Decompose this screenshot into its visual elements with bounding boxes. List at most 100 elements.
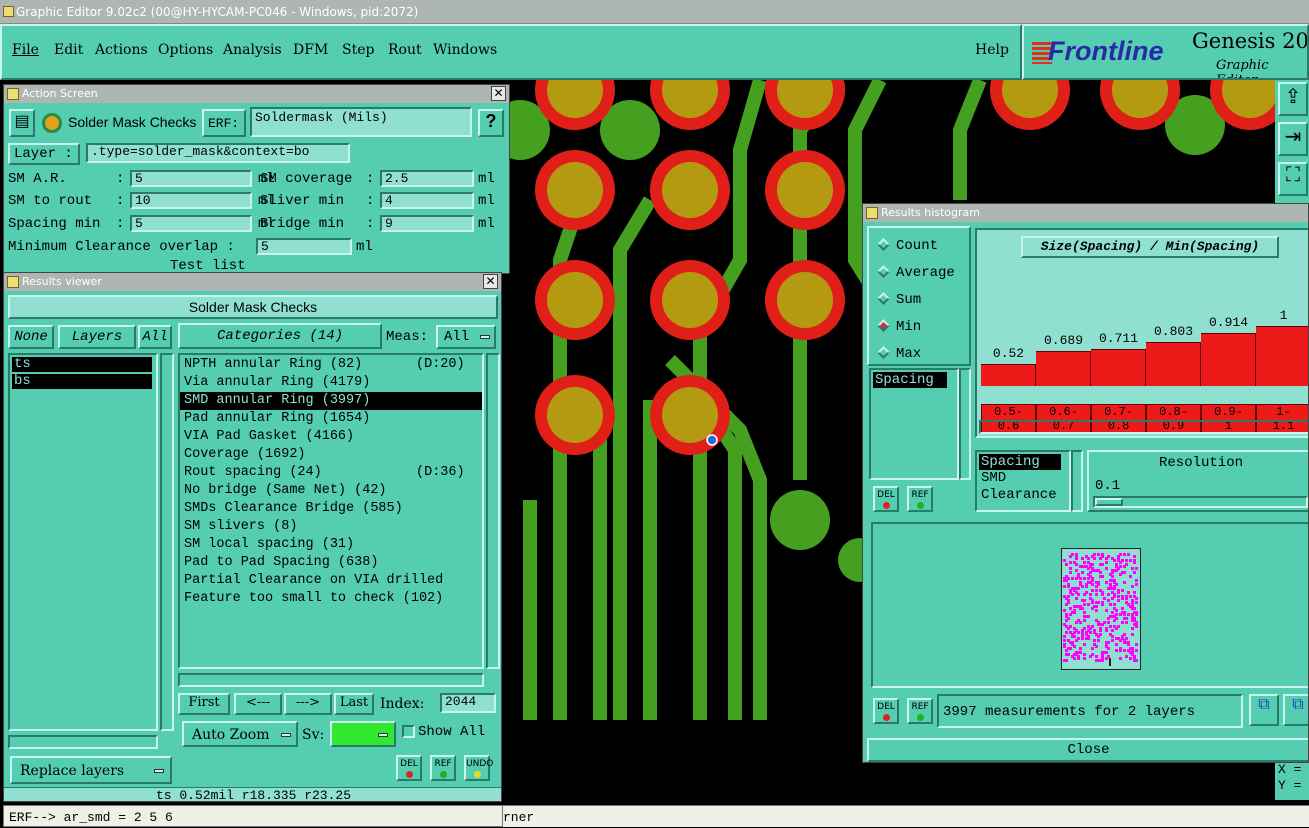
layer-item-bs[interactable]: bs bbox=[12, 374, 152, 389]
help-button[interactable]: ? bbox=[478, 109, 504, 137]
sm-ar-input[interactable]: 5 bbox=[130, 170, 252, 187]
close-button[interactable]: Close bbox=[867, 738, 1308, 762]
undo-button[interactable]: UNDO bbox=[464, 755, 493, 781]
category-item[interactable]: Partial Clearance on VIA drilled bbox=[180, 572, 482, 590]
histogram-bar[interactable] bbox=[1091, 349, 1146, 386]
category-item[interactable]: Rout spacing (24) (D:36) bbox=[180, 464, 482, 482]
menu-rout[interactable]: Rout bbox=[388, 42, 422, 58]
last-button[interactable]: Last bbox=[334, 693, 374, 715]
prev-button[interactable]: <--- bbox=[234, 693, 282, 715]
category-item[interactable]: Coverage (1692) bbox=[180, 446, 482, 464]
category-item[interactable]: Via annular Ring (4179) bbox=[180, 374, 482, 392]
meas-type-scrollbar[interactable] bbox=[959, 368, 971, 480]
histogram-bar[interactable] bbox=[1256, 326, 1308, 386]
meas-type-item[interactable]: Spacing bbox=[873, 372, 947, 388]
layers-all-button[interactable]: All bbox=[138, 325, 172, 349]
categories-hscrollbar[interactable] bbox=[178, 673, 484, 687]
bridge-min-input[interactable]: 9 bbox=[380, 215, 474, 232]
replace-layers-dropdown[interactable]: Replace layers bbox=[10, 756, 172, 784]
resolution-slider[interactable] bbox=[1093, 496, 1308, 508]
sm-to-rout-input[interactable]: 10 bbox=[130, 192, 252, 209]
sm-coverage-input[interactable]: 2.5 bbox=[380, 170, 474, 187]
category-item[interactable]: SMD annular Ring (3997) bbox=[180, 392, 482, 410]
app-icon bbox=[3, 6, 14, 17]
min-clearance-input[interactable]: 5 bbox=[256, 238, 352, 255]
category-item[interactable]: Pad to Pad Spacing (638) bbox=[180, 554, 482, 572]
del-button[interactable]: DEL bbox=[396, 755, 422, 781]
menu-dfm[interactable]: DFM bbox=[293, 42, 328, 58]
preview-ref-button[interactable]: REF bbox=[907, 698, 933, 724]
brand-panel: Frontline Genesis 200 Graphic Editor bbox=[1022, 24, 1309, 80]
category-item[interactable]: SM slivers (8) bbox=[180, 518, 482, 536]
first-button[interactable]: First bbox=[178, 693, 230, 715]
show-all-checkbox[interactable] bbox=[402, 725, 415, 738]
menu-options[interactable]: Options bbox=[158, 42, 213, 58]
histogram-bar[interactable] bbox=[1146, 341, 1201, 386]
toolbar-button-3[interactable]: ⛶ bbox=[1278, 162, 1308, 196]
erf-button[interactable]: ERF: bbox=[202, 109, 246, 137]
histogram-bar[interactable] bbox=[1201, 332, 1256, 386]
left-list-item[interactable]: Clearance bbox=[979, 487, 1067, 504]
layers-none-button[interactable]: None bbox=[8, 325, 54, 349]
close-icon[interactable]: ✕ bbox=[483, 274, 498, 289]
menu-actions[interactable]: Actions bbox=[95, 42, 148, 58]
menu-file[interactable]: File bbox=[12, 42, 39, 58]
category-item[interactable]: SM local spacing (31) bbox=[180, 536, 482, 554]
meas-dropdown[interactable]: All bbox=[436, 325, 496, 349]
option-average[interactable]: Average bbox=[877, 265, 955, 281]
index-input[interactable]: 2044 bbox=[440, 693, 496, 713]
sliver-min-input[interactable]: 4 bbox=[380, 192, 474, 209]
layers-scrollbar[interactable] bbox=[160, 353, 174, 731]
meas-type-list[interactable]: Spacing bbox=[869, 368, 959, 480]
hist-del-button[interactable]: DEL bbox=[873, 486, 899, 512]
categories-button[interactable]: Categories (14) bbox=[178, 323, 382, 349]
category-item[interactable]: Feature too small to check (102) bbox=[180, 590, 482, 608]
action-screen-menu-icon[interactable]: ▤ bbox=[9, 109, 35, 137]
erf-command-line[interactable]: ERF--> ar_smd = 2 5 6 bbox=[3, 805, 503, 827]
close-icon[interactable]: ✕ bbox=[491, 86, 506, 101]
category-item[interactable]: VIA Pad Gasket (4166) bbox=[180, 428, 482, 446]
layers-hscrollbar[interactable] bbox=[8, 735, 158, 749]
left-list-item[interactable]: SMD bbox=[979, 470, 1067, 487]
layer-button[interactable]: Layer : bbox=[8, 143, 80, 165]
category-item[interactable]: No bridge (Same Net) (42) bbox=[180, 482, 482, 500]
categories-list[interactable]: NPTH annular Ring (82) (D:20) Via annular … bbox=[178, 353, 484, 669]
histogram-bar[interactable] bbox=[981, 364, 1036, 386]
slider-thumb[interactable] bbox=[1095, 498, 1123, 506]
option-max[interactable]: Max bbox=[877, 346, 921, 362]
option-min[interactable]: Min bbox=[877, 319, 921, 335]
export-button-2[interactable]: ⧉ bbox=[1283, 694, 1308, 726]
menu-help[interactable]: Help bbox=[975, 42, 1009, 58]
layers-list[interactable]: ts bs bbox=[8, 353, 158, 731]
toolbar-button-1[interactable]: ⇪ bbox=[1278, 82, 1308, 116]
menu-windows[interactable]: Windows bbox=[433, 42, 497, 58]
sv-color-dropdown[interactable] bbox=[330, 721, 396, 747]
preview-del-button[interactable]: DEL bbox=[873, 698, 899, 724]
histogram-bar[interactable] bbox=[1036, 350, 1091, 386]
category-item[interactable]: NPTH annular Ring (82) (D:20) bbox=[180, 356, 482, 374]
spacing-min-input[interactable]: 5 bbox=[130, 215, 252, 232]
ref-button[interactable]: REF bbox=[430, 755, 456, 781]
dropdown-icon bbox=[378, 733, 388, 737]
left-list-item[interactable]: Spacing bbox=[979, 454, 1061, 470]
menu-step[interactable]: Step bbox=[342, 42, 374, 58]
left-list[interactable]: Spacing SMD Clearance bbox=[975, 450, 1071, 512]
chart-hscrollbar[interactable] bbox=[979, 420, 1308, 434]
export-button-1[interactable]: ⧉ bbox=[1249, 694, 1279, 726]
category-item[interactable]: Pad annular Ring (1654) bbox=[180, 410, 482, 428]
category-name: Coverage (1692) bbox=[184, 447, 306, 462]
auto-zoom-dropdown[interactable]: Auto Zoom bbox=[182, 721, 298, 747]
erf-value-field[interactable]: Soldermask (Mils) bbox=[250, 107, 472, 137]
layer-item-ts[interactable]: ts bbox=[12, 357, 152, 372]
toolbar-button-2[interactable]: ⇥ bbox=[1278, 122, 1308, 156]
next-button[interactable]: ---> bbox=[284, 693, 332, 715]
left-list-scrollbar[interactable] bbox=[1071, 450, 1083, 512]
categories-scrollbar[interactable] bbox=[486, 353, 500, 669]
option-sum[interactable]: Sum bbox=[877, 292, 921, 308]
menu-analysis[interactable]: Analysis bbox=[223, 42, 282, 58]
menu-edit[interactable]: Edit bbox=[54, 42, 83, 58]
hist-ref-button[interactable]: REF bbox=[907, 486, 933, 512]
category-item[interactable]: SMDs Clearance Bridge (585) bbox=[180, 500, 482, 518]
option-count[interactable]: Count bbox=[877, 238, 938, 254]
layer-filter-field[interactable]: .type=solder_mask&context=bo bbox=[86, 143, 350, 163]
